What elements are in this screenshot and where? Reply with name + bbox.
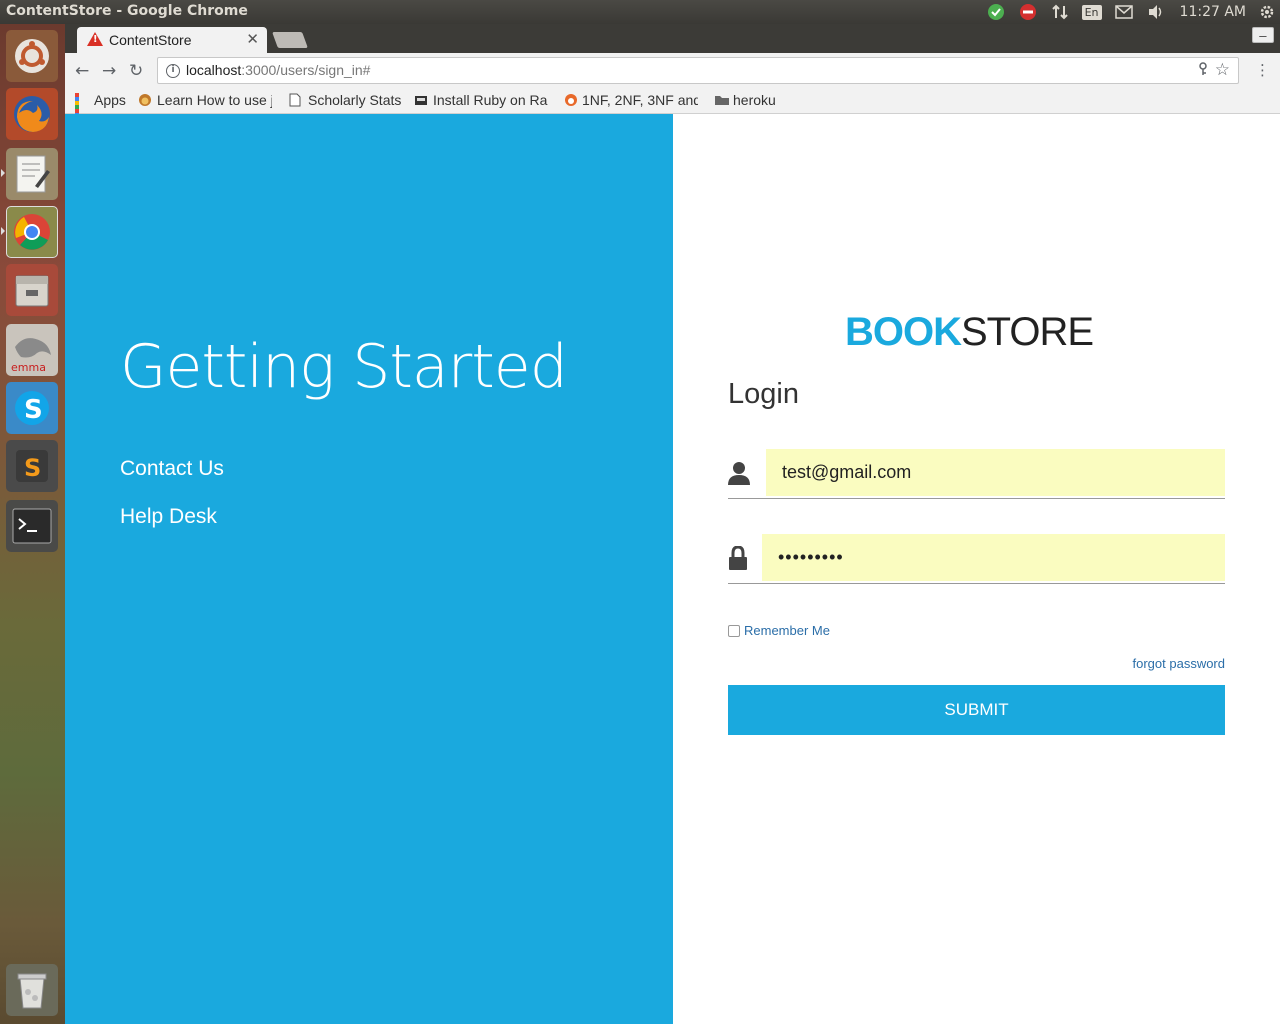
- forgot-password-link[interactable]: forgot password: [1133, 656, 1226, 671]
- reload-icon[interactable]: ↻: [129, 61, 143, 81]
- os-top-panel: ContentStore - Google Chrome En 11:27 AM: [0, 0, 1280, 24]
- trash-icon[interactable]: [6, 964, 58, 1016]
- sublime-text-icon[interactable]: S: [6, 440, 58, 492]
- password-field[interactable]: [762, 534, 1225, 581]
- submit-button[interactable]: SUBMIT: [728, 685, 1225, 735]
- bookmark-apps[interactable]: Apps: [75, 92, 126, 129]
- key-icon[interactable]: [1198, 62, 1208, 80]
- system-tray: En 11:27 AM: [980, 0, 1280, 24]
- browser-toolbar: ← → ↻ i localhost:3000/users/sign_in# ☆ …: [65, 53, 1280, 88]
- bookmark-star-icon[interactable]: ☆: [1215, 60, 1230, 80]
- bookmark-install-ruby[interactable]: Install Ruby on Rai: [414, 92, 548, 108]
- web-page: Getting Started Contact Us Help Desk BOO…: [65, 114, 1280, 1024]
- volume-icon[interactable]: [1140, 0, 1172, 24]
- bookmark-learn-how[interactable]: Learn How to use j: [138, 92, 272, 108]
- email-row: [728, 449, 1225, 499]
- bookmark-heroku-folder[interactable]: heroku: [714, 92, 776, 108]
- forward-arrow-icon[interactable]: →: [102, 61, 116, 81]
- running-indicator: [1, 169, 5, 177]
- files-icon[interactable]: [6, 264, 58, 316]
- hero-title: Getting Started: [120, 332, 568, 402]
- tab-title: ContentStore: [109, 32, 192, 48]
- warning-icon: [87, 32, 103, 46]
- bookstore-logo: BOOKSTORE: [845, 310, 1094, 354]
- settings-gear-icon[interactable]: [1254, 0, 1280, 24]
- menu-dots-icon[interactable]: ⋮: [1255, 61, 1270, 79]
- remember-me[interactable]: Remember Me: [728, 623, 830, 638]
- new-tab-button[interactable]: [272, 32, 308, 48]
- hero-panel: Getting Started Contact Us Help Desk: [65, 114, 673, 1024]
- remember-me-checkbox[interactable]: [728, 624, 740, 637]
- svg-text:emma: emma: [11, 361, 46, 373]
- window-title: ContentStore - Google Chrome: [6, 3, 248, 19]
- folder-icon: [714, 93, 729, 107]
- url-text[interactable]: localhost:3000/users/sign_in#: [186, 62, 370, 78]
- login-panel: BOOKSTORE Login Remember Me forgot passw…: [673, 114, 1280, 1024]
- browser-window: ContentStore ✕ ⚊ ← → ↻ i localhost:3000/…: [65, 24, 1280, 1024]
- remember-me-label[interactable]: Remember Me: [744, 623, 830, 638]
- back-arrow-icon[interactable]: ←: [75, 61, 89, 81]
- site-icon: [414, 93, 428, 107]
- mysql-emma-icon[interactable]: emma: [6, 324, 58, 376]
- help-desk-link[interactable]: Help Desk: [120, 505, 217, 529]
- info-icon[interactable]: i: [166, 64, 180, 78]
- chrome-icon[interactable]: [6, 206, 58, 258]
- no-entry-icon[interactable]: [1012, 0, 1044, 24]
- bookmark-scholarly-stats[interactable]: Scholarly Stats: [289, 92, 401, 108]
- apps-grid-icon: [75, 93, 89, 129]
- bookmark-normal-forms[interactable]: 1NF, 2NF, 3NF and: [563, 92, 698, 108]
- password-row: [728, 534, 1225, 584]
- tab-close-icon[interactable]: ✕: [246, 30, 259, 48]
- lion-icon: [138, 93, 152, 107]
- tab-contentstore[interactable]: ContentStore ✕: [77, 27, 267, 53]
- mail-icon[interactable]: [1108, 0, 1140, 24]
- clock[interactable]: 11:27 AM: [1172, 4, 1254, 20]
- login-heading: Login: [728, 378, 799, 410]
- svg-text:S: S: [24, 395, 43, 425]
- user-icon: [728, 461, 750, 487]
- keyboard-layout-indicator[interactable]: En: [1076, 0, 1108, 24]
- network-arrows-icon[interactable]: [1044, 0, 1076, 24]
- firefox-icon[interactable]: [6, 88, 58, 140]
- contact-us-link[interactable]: Contact Us: [120, 457, 224, 481]
- svg-text:S: S: [24, 454, 41, 482]
- lock-icon: [728, 545, 750, 572]
- text-editor-icon[interactable]: [6, 148, 58, 200]
- profile-button[interactable]: ⚊: [1252, 27, 1274, 43]
- running-indicator: [1, 227, 5, 235]
- tab-strip: ContentStore ✕ ⚊: [65, 24, 1280, 53]
- dash-home-icon[interactable]: [6, 30, 58, 82]
- update-check-icon[interactable]: [980, 0, 1012, 24]
- skype-icon[interactable]: S: [6, 382, 58, 434]
- fox-icon: [563, 93, 577, 107]
- email-field[interactable]: [766, 449, 1225, 496]
- bookmarks-bar: Apps Learn How to use j Scholarly Stats …: [65, 88, 1280, 129]
- page-icon: [289, 93, 303, 107]
- unity-launcher: emma S S: [0, 24, 65, 1024]
- terminal-icon[interactable]: [6, 500, 58, 552]
- address-bar[interactable]: i localhost:3000/users/sign_in# ☆: [157, 57, 1239, 84]
